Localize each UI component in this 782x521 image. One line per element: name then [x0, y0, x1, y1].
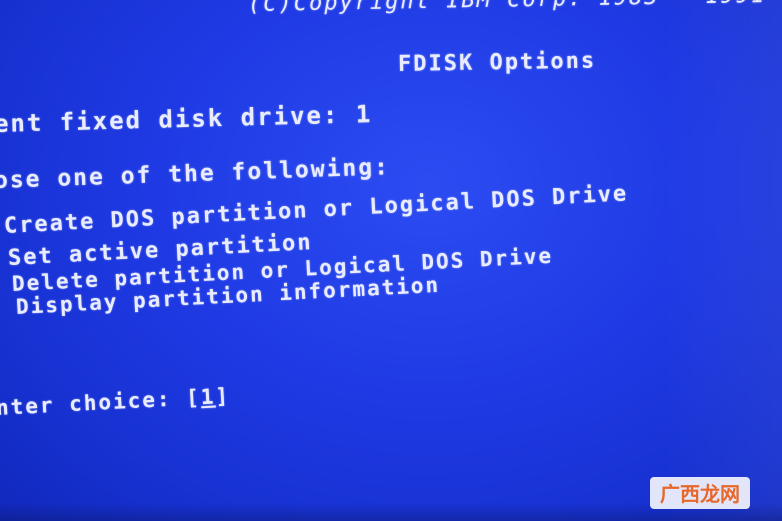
current-drive-label: ent fixed disk drive: 1: [0, 100, 373, 138]
choice-value: 1: [200, 384, 217, 410]
page-title: FDISK Options: [397, 48, 597, 77]
choose-prompt: ose one of the following:: [0, 154, 391, 194]
dos-screen: (C)Copyright IBM Corp. 1983 - 1991 FDISK…: [0, 0, 782, 521]
watermark-text: 广西龙网: [660, 482, 740, 506]
screen-glare: [662, 0, 782, 521]
choice-input[interactable]: [1]: [185, 384, 230, 410]
choice-prompt: nter choice: [1]: [0, 384, 231, 420]
monitor-bezel-shadow: [0, 503, 782, 521]
watermark-logo: 广西龙网: [650, 477, 750, 509]
copyright-text: (C)Copyright IBM Corp. 1983 - 1991: [248, 0, 767, 17]
choice-label: nter choice:: [0, 386, 187, 420]
